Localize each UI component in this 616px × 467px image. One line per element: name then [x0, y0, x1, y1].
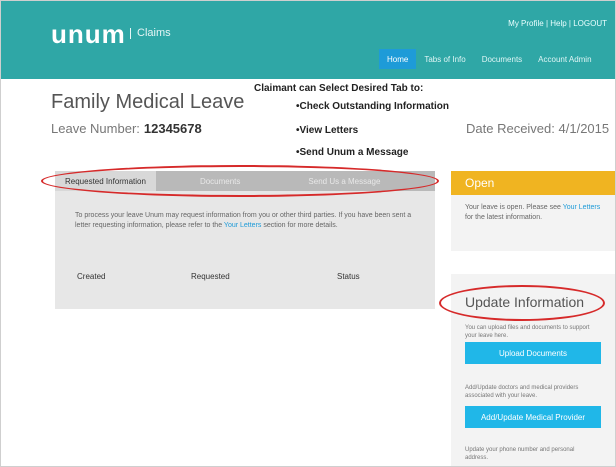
annotation-tabs-highlight [41, 165, 439, 197]
upload-help-text: You can upload files and documents to su… [465, 325, 590, 339]
page-title: Family Medical Leave [51, 91, 245, 113]
annotation-heading: Claimant can Select Desired Tab to: [254, 83, 424, 94]
annotation-update-highlight [439, 285, 605, 321]
footer-help-text: Update your phone number and personal ad… [465, 447, 575, 461]
column-status: Status [337, 272, 360, 281]
annotation-item-view-letters: •View Letters [296, 125, 359, 136]
annotation-item-send-message: •Send Unum a Message [296, 147, 409, 158]
your-letters-link[interactable]: Your Letters [224, 222, 262, 229]
leave-number: Leave Number: 12345678 [51, 121, 202, 136]
open-status-text: Your leave is open. Please see Your Lett… [451, 195, 615, 231]
requested-text-end: section for more details. [263, 222, 338, 229]
leave-number-label: Leave Number: [51, 121, 140, 136]
date-received: Date Received: 4/1/2015 [466, 121, 609, 136]
date-received-value: 4/1/2015 [558, 121, 610, 136]
open-text-start: Your leave is open. Please see [465, 204, 561, 211]
leave-number-value: 12345678 [143, 121, 202, 136]
upload-documents-button[interactable]: Upload Documents [465, 342, 601, 364]
application-window: unum Claims My Profile | Help | LOGOUT H… [0, 0, 616, 467]
column-created: Created [77, 272, 106, 281]
requested-information-panel: To process your leave Unum may request i… [55, 191, 435, 309]
tab-info[interactable]: Tabs of Info [416, 49, 473, 69]
instruction-annotation: Claimant can Select Desired Tab to: •Che… [254, 83, 474, 158]
requested-information-text: To process your leave Unum may request i… [75, 211, 415, 231]
open-your-letters-link[interactable]: Your Letters [563, 204, 601, 211]
annotation-item-check-information: •Check Outstanding Information [296, 101, 449, 112]
tab-account-admin[interactable]: Account Admin [530, 49, 599, 69]
main-navigation: Home Tabs of Info Documents Account Admi… [379, 49, 600, 69]
open-status-title: Open [451, 171, 615, 195]
add-update-medical-provider-button[interactable]: Add/Update Medical Provider [465, 406, 601, 428]
column-requested: Requested [191, 272, 230, 281]
open-text-end: for the latest information. [465, 214, 543, 221]
date-received-label: Date Received: [466, 121, 555, 136]
unum-logo[interactable]: unum [51, 19, 126, 50]
tab-documents[interactable]: Documents [474, 49, 530, 69]
product-label: Claims [130, 27, 171, 39]
tab-home[interactable]: Home [379, 49, 417, 69]
leave-status-box: Open Your leave is open. Please see Your… [451, 171, 615, 251]
provider-help-text: Add/Update doctors and medical providers… [465, 385, 579, 399]
user-links[interactable]: My Profile | Help | LOGOUT [508, 19, 607, 28]
top-header: unum Claims My Profile | Help | LOGOUT H… [1, 1, 615, 79]
